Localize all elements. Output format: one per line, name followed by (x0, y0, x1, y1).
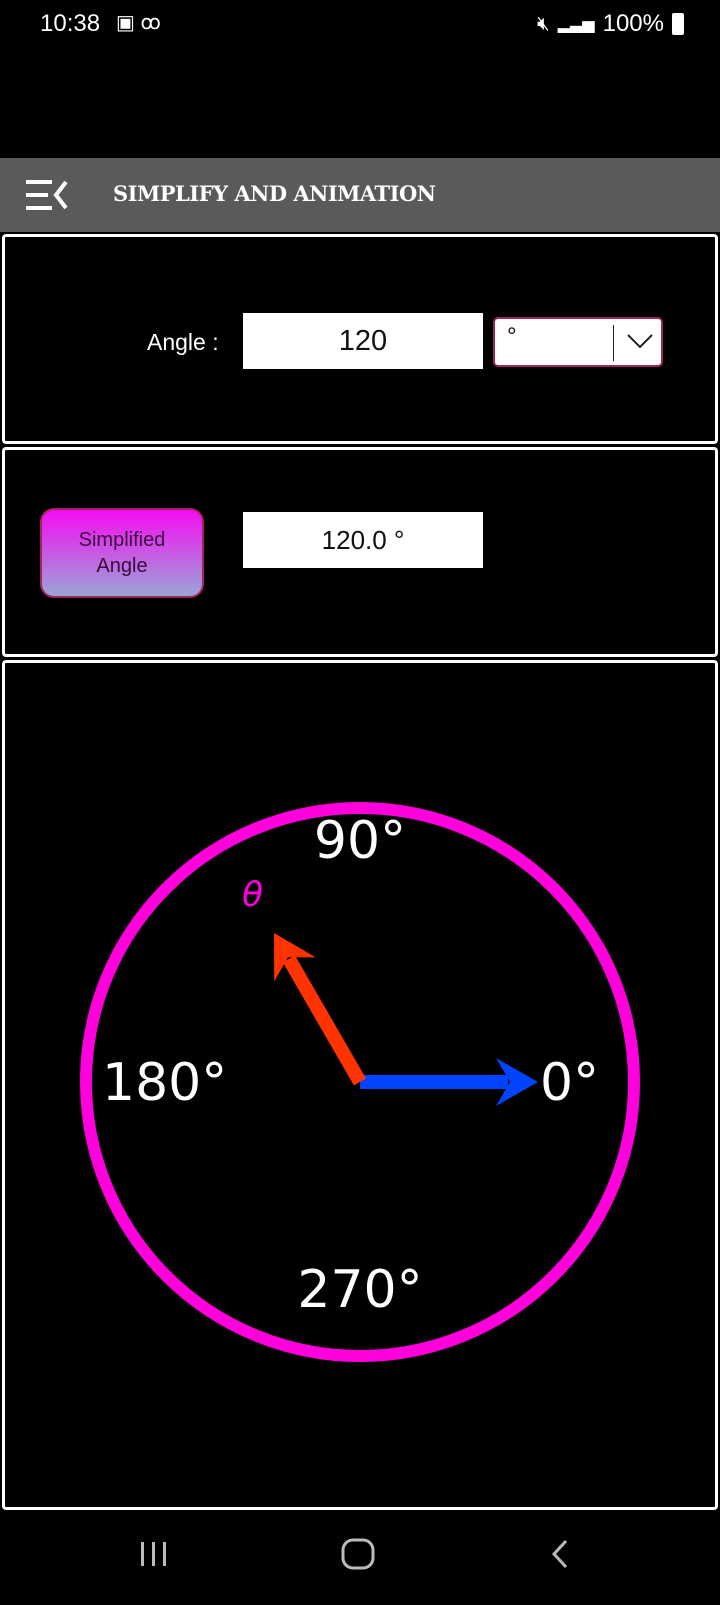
label-180: 180° (102, 1053, 227, 1113)
status-bar: 10:38 ▣ ꝏ 🔇︎ ▂▃▅ 100% (0, 0, 720, 48)
label-90: 90° (314, 811, 406, 871)
theta-symbol: θ (242, 875, 263, 915)
navigation-bar (0, 1512, 720, 1600)
button-label-line1: Simplified (78, 529, 166, 551)
result-panel: Simplified Angle 120.0 ° (2, 447, 718, 657)
recent-apps-icon[interactable] (141, 1542, 166, 1566)
angle-arrow-shaft (282, 955, 367, 1086)
app-bar: SIMPLIFY AND ANIMATION (0, 158, 720, 232)
home-icon[interactable] (341, 1538, 375, 1570)
simplified-angle-button[interactable]: Simplified Angle (40, 508, 204, 598)
angle-diagram: 90° 180° 0° 270° θ (80, 802, 640, 1362)
label-0: 0° (540, 1053, 599, 1113)
page-title: SIMPLIFY AND ANIMATION (113, 181, 436, 206)
reference-arrow (360, 1058, 538, 1106)
notification-icons: ▣ ꝏ (116, 10, 161, 35)
angle-diagram-panel: 90° 180° 0° 270° θ (2, 660, 718, 1510)
signal-icon: ▂▃▅ (557, 16, 595, 33)
status-time: 10:38 (40, 10, 101, 37)
angle-input-panel: Angle : 120 ° (2, 234, 718, 444)
battery-percent: 100% (602, 10, 664, 37)
angle-input[interactable]: 120 (243, 313, 483, 369)
unit-dropdown[interactable]: ° (493, 317, 663, 367)
label-270: 270° (297, 1260, 422, 1320)
gallery-icon: ▣ (116, 12, 135, 34)
back-icon[interactable] (551, 1539, 568, 1569)
unit-selected: ° (507, 323, 517, 350)
button-label-line2: Angle (96, 555, 148, 577)
simplified-angle-output: 120.0 ° (243, 512, 483, 568)
battery-icon (672, 13, 684, 35)
dropdown-divider (613, 325, 614, 361)
menu-collapse-icon[interactable] (26, 178, 70, 212)
voicemail-icon: ꝏ (140, 12, 161, 34)
mute-icon: 🔇︎ (537, 12, 550, 35)
angle-label: Angle : (147, 329, 219, 355)
angle-arrow (274, 933, 367, 1086)
chevron-down-icon (627, 334, 653, 349)
